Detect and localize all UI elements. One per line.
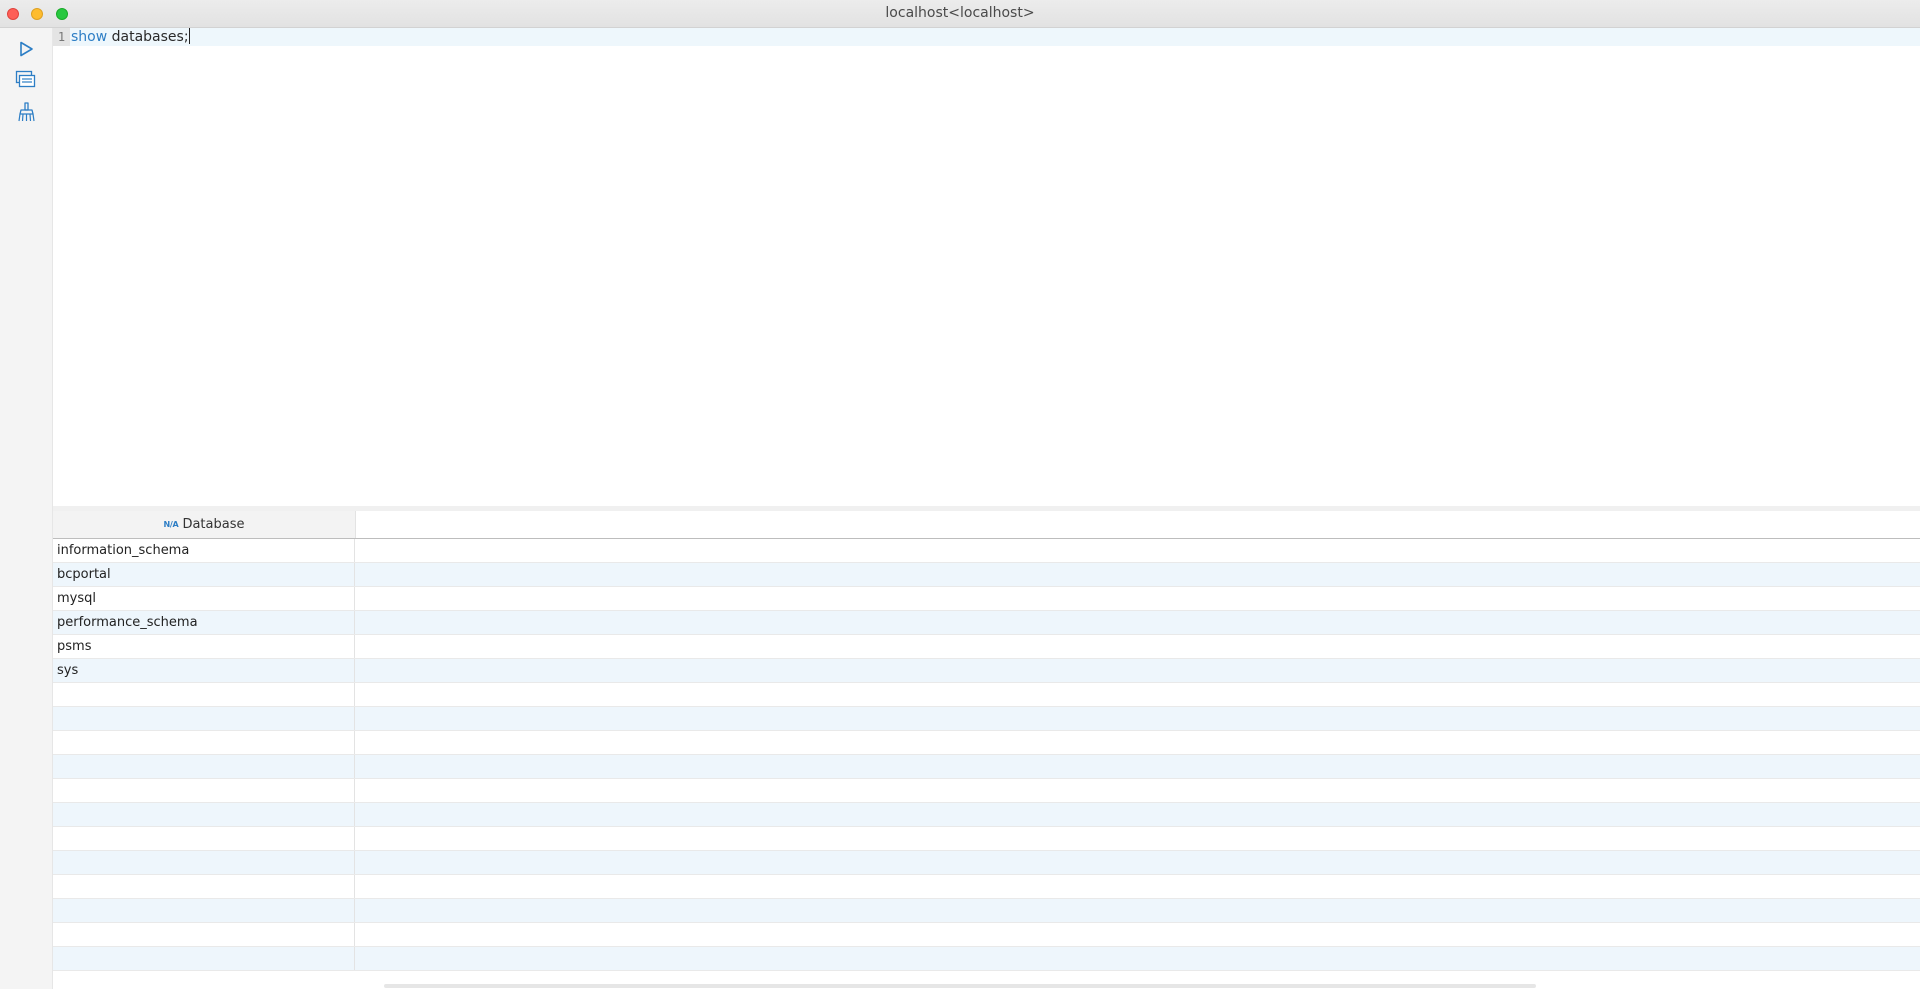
column-header-label: Database [182,517,245,532]
table-cell-database[interactable]: bcportal [53,563,355,586]
table-cell-database[interactable]: psms [53,635,355,658]
query-history-icon [15,70,36,88]
table-cell-database[interactable]: information_schema [53,539,355,562]
table-row[interactable] [53,803,1920,827]
table-row[interactable] [53,731,1920,755]
grid-header: N/A Database [53,511,1920,539]
table-cell-database[interactable]: performance_schema [53,611,355,634]
table-row[interactable] [53,899,1920,923]
table-cell-database[interactable]: sys [53,659,355,682]
editor-current-line[interactable]: 1 show databases; [53,28,1920,46]
table-row[interactable]: mysql [53,587,1920,611]
table-row[interactable] [53,683,1920,707]
table-row[interactable] [53,923,1920,947]
table-cell-database[interactable] [53,683,355,706]
table-row[interactable] [53,947,1920,971]
app-window: localhost<localhost> 1 show databases; N… [0,0,1920,989]
grid-rows: information_schema bcportal mysql performan… [53,539,1920,971]
sql-editor[interactable]: 1 show databases; [53,28,1920,506]
clear-brush-icon [18,102,35,122]
title-bar[interactable]: localhost<localhost> [0,0,1920,28]
table-cell-database[interactable] [53,779,355,802]
table-cell-database[interactable] [53,803,355,826]
table-row[interactable]: bcportal [53,563,1920,587]
window-title: localhost<localhost> [885,5,1035,21]
table-cell-database[interactable] [53,731,355,754]
table-cell-database[interactable] [53,947,355,970]
table-row[interactable]: psms [53,635,1920,659]
text-caret [188,28,190,44]
table-row[interactable]: sys [53,659,1920,683]
table-row[interactable] [53,755,1920,779]
table-cell-database[interactable]: mysql [53,587,355,610]
sql-keyword: show [71,29,108,45]
table-cell-database[interactable] [53,875,355,898]
run-icon [20,41,33,57]
sql-identifier: databases; [111,29,189,45]
results-grid: N/A Database information_schema bcportal m… [53,511,1920,989]
code-line[interactable]: show databases; [71,28,190,46]
table-row[interactable] [53,851,1920,875]
table-cell-database[interactable] [53,899,355,922]
table-cell-database[interactable] [53,923,355,946]
table-cell-database[interactable] [53,707,355,730]
column-header-database[interactable]: N/A Database [53,511,356,538]
table-row[interactable] [53,827,1920,851]
query-history-button[interactable] [14,68,38,92]
table-row[interactable] [53,779,1920,803]
table-row[interactable] [53,875,1920,899]
line-number: 1 [53,28,70,46]
column-type-icon: N/A [163,520,179,529]
table-cell-database[interactable] [53,827,355,850]
table-cell-database[interactable] [53,755,355,778]
clear-editor-button[interactable] [14,100,38,124]
table-row[interactable] [53,707,1920,731]
table-cell-database[interactable] [53,851,355,874]
run-query-button[interactable] [14,37,38,61]
side-toolbar [0,28,53,989]
table-row[interactable]: information_schema [53,539,1920,563]
table-row[interactable]: performance_schema [53,611,1920,635]
horizontal-scrollbar[interactable] [384,984,1536,988]
